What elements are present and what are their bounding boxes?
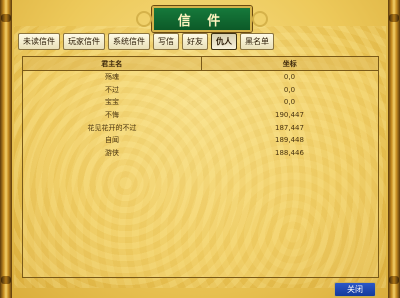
table-row[interactable]: 殇魂 0,0 (23, 71, 378, 84)
lord-name: 游侠 (105, 148, 119, 157)
letters-window: 信 件 未读信件 玩家信件 系统信件 写信 好友 仇人 黑名单 君主名 坐标 殇… (0, 0, 400, 298)
lord-name: 花见花开的不过 (87, 123, 137, 132)
rod-knob (1, 276, 11, 284)
table-header: 君主名 坐标 (23, 57, 378, 71)
scroll-rod-left (0, 0, 12, 298)
tab-friends[interactable]: 好友 (182, 33, 208, 50)
tab-system-letters[interactable]: 系统信件 (108, 33, 150, 50)
table-row[interactable]: 不悔 190,447 (23, 109, 378, 122)
lord-coord: 190,447 (275, 111, 304, 120)
window-title: 信 件 (136, 6, 268, 32)
lord-coord: 0,0 (283, 73, 296, 82)
lord-coord: 188,446 (275, 148, 304, 157)
table-row[interactable]: 花见花开的不过 187,447 (23, 121, 378, 134)
close-button[interactable]: 关闭 (334, 282, 376, 297)
rod-knob (1, 14, 11, 22)
table-row[interactable]: 宝宝 0,0 (23, 96, 378, 109)
table-row[interactable]: 游侠 188,446 (23, 147, 378, 160)
lord-coord: 0,0 (283, 98, 296, 107)
lord-coord: 189,448 (275, 136, 304, 145)
lord-name: 不过 (105, 85, 119, 94)
table-row[interactable]: 不过 0,0 (23, 84, 378, 97)
lord-coord: 0,0 (283, 85, 296, 94)
tab-unread-letters[interactable]: 未读信件 (18, 33, 60, 50)
enemy-table: 君主名 坐标 殇魂 0,0 不过 0,0 宝宝 0,0 不悔 190,447 花… (22, 56, 379, 278)
lord-name: 殇魂 (105, 73, 119, 82)
column-header-coord: 坐标 (282, 59, 297, 68)
tab-bar: 未读信件 玩家信件 系统信件 写信 好友 仇人 黑名单 (18, 33, 274, 50)
lord-coord: 187,447 (275, 123, 304, 132)
lord-name: 自闻 (105, 136, 119, 145)
tab-blacklist[interactable]: 黑名单 (240, 33, 274, 50)
tab-player-letters[interactable]: 玩家信件 (63, 33, 105, 50)
tab-write-letter[interactable]: 写信 (153, 33, 179, 50)
table-row[interactable]: 自闻 189,448 (23, 134, 378, 147)
lord-name: 不悔 (105, 111, 119, 120)
rod-knob (389, 14, 399, 22)
column-header-name: 君主名 (23, 57, 202, 70)
lord-name: 宝宝 (105, 98, 119, 107)
rod-knob (389, 276, 399, 284)
scroll-rod-right (388, 0, 400, 298)
tab-enemies[interactable]: 仇人 (211, 33, 237, 50)
